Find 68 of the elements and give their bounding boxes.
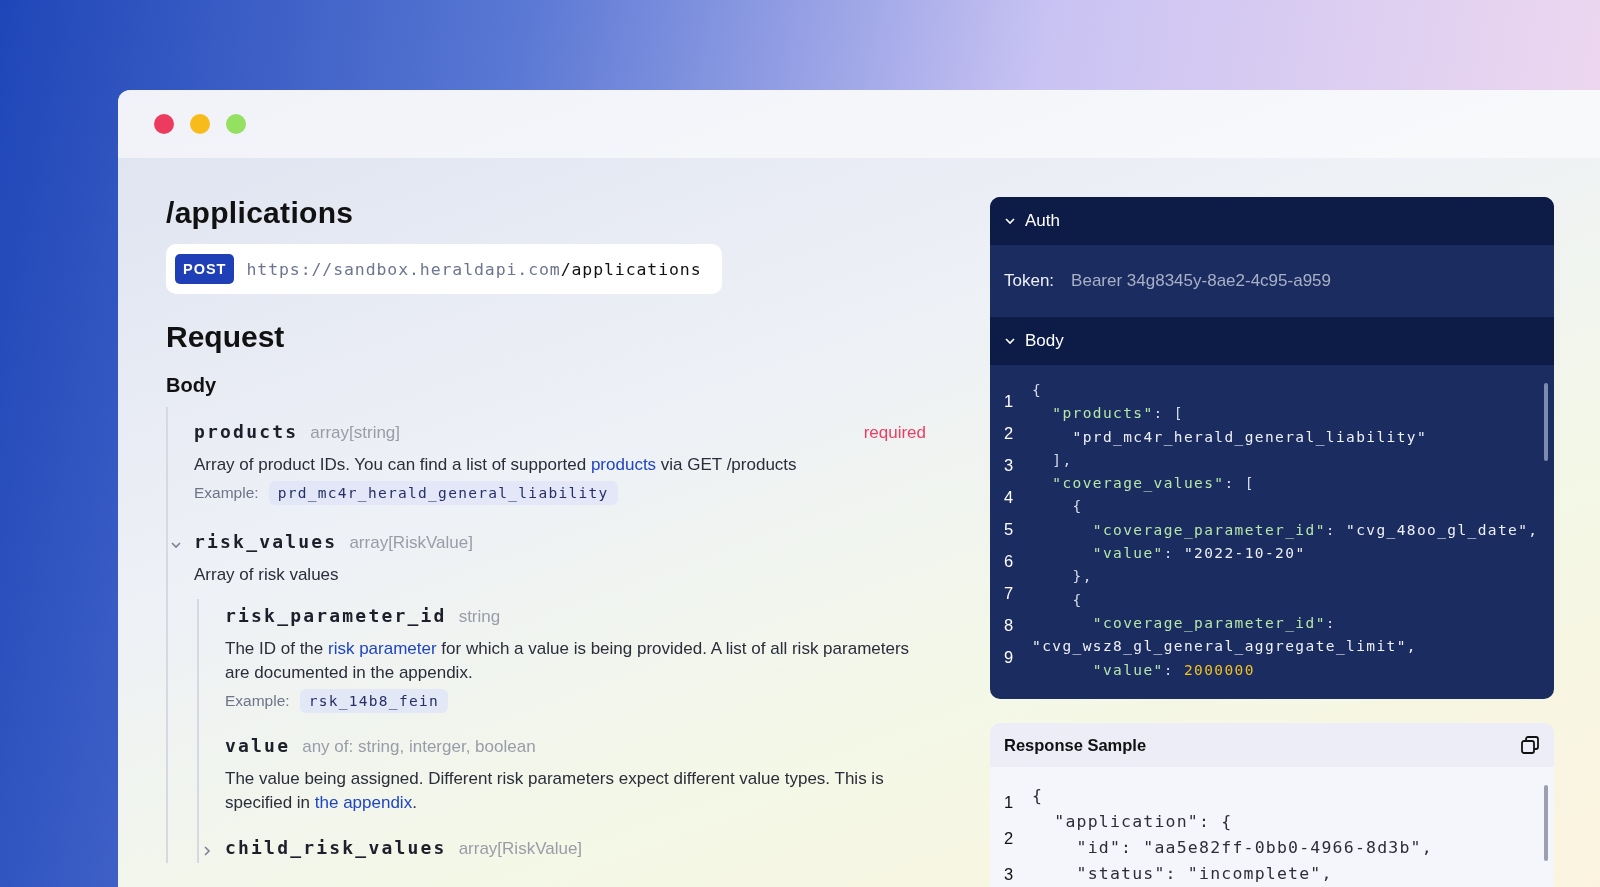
line-number: 2 (1004, 423, 1015, 444)
line-number: 3 (1004, 864, 1015, 885)
panel-title: Response Sample (1004, 735, 1147, 755)
section-heading: Request (166, 320, 286, 354)
field-name: value (225, 735, 291, 756)
link[interactable]: products (590, 455, 657, 474)
subsection-heading: Body (166, 374, 217, 397)
line-number: 7 (1004, 583, 1015, 604)
line-number: 4 (1004, 487, 1015, 508)
link[interactable]: the appendix (314, 793, 413, 812)
field-type: array[string] (310, 423, 401, 443)
endpoint-url: https://sandbox.heraldapi.com/applications (246, 259, 702, 279)
field-type: any of: string, interger, boolean (302, 737, 536, 757)
code-line: "coverage_parameter_id": (1091, 613, 1337, 634)
line-number: 2 (1004, 828, 1015, 849)
field-type: string (458, 607, 501, 627)
scrollbar[interactable] (1544, 383, 1548, 461)
code-line: { (1032, 785, 1045, 807)
close-button[interactable] (154, 114, 174, 134)
line-number: 8 (1004, 615, 1015, 636)
copy-icon[interactable] (1520, 735, 1540, 755)
section-header[interactable]: Body (990, 317, 1554, 365)
code-line: "prd_mc4r_herald_general_liability" (1071, 427, 1429, 448)
code-line: "value": "2022-10-20" (1091, 544, 1307, 564)
example-label: Example: (194, 484, 259, 502)
code-line: ], (1051, 450, 1074, 470)
line-number: 6 (1004, 551, 1015, 572)
field-name: risk_values (194, 531, 338, 552)
code-line: "cvg_wsz8_gl_general_aggregate_limit", (1032, 637, 1418, 657)
chevron-right-icon[interactable] (201, 845, 213, 857)
link[interactable]: risk parameter (328, 639, 437, 658)
line-number: 1 (1004, 391, 1015, 412)
description: The value being assigned. Different risk parameters expect different value types. This is specified in the appendix. (225, 768, 885, 814)
code-line: { (1032, 381, 1044, 400)
code-line: "coverage_values": [ (1051, 474, 1256, 494)
code-line: "id": "aa5e82ff-0bb0-4966-8d3b", (1075, 837, 1433, 859)
required-label: required (863, 423, 926, 443)
description: Array of product IDs. You can find a list of supported products via GET /products (194, 454, 798, 476)
line-number: 3 (1004, 455, 1015, 476)
page-title: /applications (166, 196, 355, 230)
field-name: child_risk_values (225, 837, 447, 858)
example-value: prd_mc4r_herald_general_liability (268, 481, 618, 505)
token-label: Token: (1004, 271, 1055, 291)
code-line: }, (1071, 567, 1094, 587)
example-label: Example: (225, 692, 290, 710)
description: Array of risk values (194, 564, 340, 586)
line-number: 1 (1004, 792, 1015, 813)
section-header[interactable]: Auth (990, 197, 1554, 245)
field-name: risk_parameter_id (225, 605, 447, 626)
code-line: "products": [ (1051, 404, 1185, 424)
code-line: "value": 2000000 (1091, 660, 1256, 680)
scrollbar[interactable] (1544, 785, 1548, 861)
code-line: "coverage_parameter_id": "cvg_48oo_gl_date", (1091, 520, 1539, 541)
code-line: "application": { (1053, 811, 1234, 833)
field-name: products (194, 421, 299, 442)
line-number: 5 (1004, 519, 1015, 540)
field-type: array[RiskValue] (349, 533, 473, 553)
chevron-down-icon[interactable] (1004, 335, 1016, 347)
chevron-down-icon[interactable] (1004, 215, 1016, 227)
line-number: 9 (1004, 647, 1015, 668)
code-line: "status": "incomplete", (1075, 863, 1334, 885)
code-line: { (1071, 497, 1084, 517)
description: The ID of the risk parameter for which a value is being provided. A list of all risk parameters are documented in the appendix. (225, 638, 911, 684)
example-value: rsk_14b8_fein (299, 689, 448, 713)
token-value: Bearer 34g8345y-8ae2-4c95-a959 (1071, 271, 1331, 291)
method-badge: POST (175, 254, 235, 284)
code-line: { (1071, 590, 1084, 610)
field-type: array[RiskValue] (458, 839, 583, 859)
